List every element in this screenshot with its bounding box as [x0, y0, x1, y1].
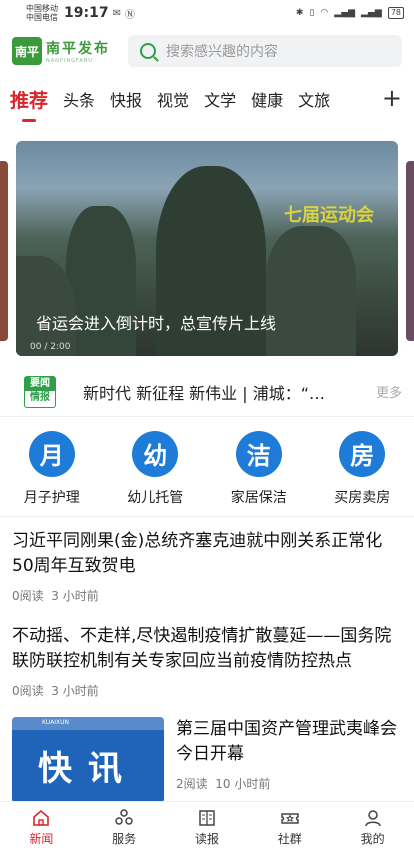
- status-icons-right: ✱ ▯ ◠ ▂▄▆ ▂▄▆ 78: [296, 7, 404, 19]
- home-icon: [33, 809, 50, 826]
- tab-headlines[interactable]: 头条: [63, 87, 95, 111]
- article-title[interactable]: 习近平同刚果(金)总统齐塞克迪就中刚关系正常化50周年互致贺电: [12, 529, 402, 579]
- app-notify-icon: Ⓝ: [124, 9, 135, 21]
- service-grid: 月 月子护理 幼 幼儿托管 洁 家居保洁 房 买房卖房: [0, 417, 414, 517]
- carrier-1: 中国移动: [26, 4, 58, 13]
- nav-label: 读报: [194, 832, 219, 846]
- publish-time: 3 小时前: [51, 589, 99, 603]
- read-count: 0阅读: [12, 589, 44, 603]
- service-label: 月子护理: [23, 489, 80, 506]
- service-label: 买房卖房: [334, 489, 391, 506]
- tab-health[interactable]: 健康: [251, 87, 283, 111]
- service-maternity[interactable]: 月 月子护理: [7, 430, 97, 507]
- article-title[interactable]: 第三届中国资产管理武夷峰会今日开幕: [176, 717, 402, 767]
- service-childcare[interactable]: 幼 幼儿托管: [110, 430, 200, 507]
- article-meta: 2阅读 10 小时前: [176, 775, 402, 792]
- profile-icon: [364, 810, 381, 827]
- more-link[interactable]: 更多: [376, 382, 402, 401]
- tab-culture-travel[interactable]: 文旅: [298, 87, 330, 111]
- thumb-text: 快讯: [38, 749, 138, 789]
- nav-community[interactable]: 社群: [260, 802, 320, 851]
- service-label: 家居保洁: [230, 489, 287, 506]
- nav-profile[interactable]: 我的: [343, 802, 403, 851]
- signal-2-icon: ▂▄▆: [361, 8, 382, 18]
- publish-time: 10 小时前: [215, 777, 271, 791]
- nav-label: 社群: [277, 832, 302, 846]
- ticker-text[interactable]: 新时代 新征程 新伟业 | 浦城：“…: [83, 380, 364, 404]
- news-feed: 习近平同刚果(金)总统齐塞克迪就中刚关系正常化50周年互致贺电 0阅读 3 小时…: [0, 517, 414, 803]
- search-bar[interactable]: 搜索感兴趣的内容: [128, 35, 402, 67]
- mountain-shape: [266, 226, 356, 356]
- tab-recommend[interactable]: 推荐: [10, 86, 48, 122]
- service-label: 幼儿托管: [127, 489, 184, 506]
- nav-label: 服务: [112, 832, 137, 846]
- nav-read-paper[interactable]: 读报: [177, 802, 237, 851]
- vibrate-icon: ▯: [309, 8, 315, 18]
- video-time: 00 / 2:00: [30, 342, 71, 352]
- wifi-icon: ◠: [320, 8, 329, 18]
- list-item[interactable]: 不动摇、不走样,尽快遏制疫情扩散蔓延——国务院联防联控机制有关专家回应当前疫情防…: [12, 612, 402, 707]
- list-item[interactable]: KUAIXUN 快讯 第三届中国资产管理武夷峰会今日开幕 2阅读 10 小时前: [12, 707, 402, 803]
- article-meta: 0阅读 3 小时前: [12, 587, 402, 604]
- nav-label: 新闻: [29, 832, 54, 846]
- publish-time: 3 小时前: [51, 684, 99, 698]
- service-realestate[interactable]: 房 买房卖房: [317, 430, 407, 507]
- category-tabs: 推荐 头条 快报 视觉 文学 健康 文旅 +: [0, 76, 414, 122]
- banner-caption: 省运会进入倒计时，总宣传片上线: [36, 314, 277, 333]
- search-icon: [140, 43, 156, 59]
- cleaning-icon: 洁: [235, 430, 282, 477]
- status-icons-left: ✉ Ⓝ: [113, 6, 135, 21]
- logo-title: 南平发布: [46, 41, 110, 57]
- newspaper-icon: [199, 810, 215, 826]
- banner-video[interactable]: 七届运动会 省运会进入倒计时，总宣传片上线 00 / 2:00: [16, 141, 398, 356]
- status-bar: 中国移动 中国电信 19:17 ✉ Ⓝ ✱ ▯ ◠ ▂▄▆ ▂▄▆ 78: [0, 0, 414, 26]
- service-cleaning[interactable]: 洁 家居保洁: [214, 430, 304, 507]
- plus-icon[interactable]: +: [382, 84, 402, 112]
- badge-top: 要闻: [25, 376, 55, 391]
- tab-express[interactable]: 快报: [110, 87, 142, 111]
- search-placeholder: 搜索感兴趣的内容: [166, 44, 278, 60]
- banner-next-peek[interactable]: [406, 161, 414, 341]
- banner-prev-peek[interactable]: [0, 161, 8, 341]
- carrier-info: 中国移动 中国电信: [26, 4, 58, 22]
- tab-visual[interactable]: 视觉: [157, 87, 189, 111]
- bottom-navigation: 新闻 服务 读报 社群 我的: [0, 801, 414, 851]
- notification-icon: ✉: [112, 7, 121, 19]
- ticket-icon: [281, 813, 299, 824]
- tab-literature[interactable]: 文学: [204, 87, 236, 111]
- logo-subtitle: NANPINGFABU: [46, 58, 93, 64]
- article-title[interactable]: 不动摇、不走样,尽快遏制疫情扩散蔓延——国务院联防联控机制有关专家回应当前疫情防…: [12, 624, 402, 674]
- read-count: 2阅读: [176, 777, 208, 791]
- thumb-tag: KUAIXUN: [42, 719, 70, 726]
- app-logo[interactable]: 南平 南平发布 NANPINGFABU: [12, 37, 124, 65]
- maternity-icon: 月: [28, 430, 75, 477]
- article-thumbnail[interactable]: KUAIXUN 快讯: [12, 717, 164, 803]
- list-item[interactable]: 习近平同刚果(金)总统齐塞克迪就中刚关系正常化50周年互致贺电 0阅读 3 小时…: [12, 517, 402, 612]
- house-icon: 房: [339, 430, 386, 477]
- article-meta: 0阅读 3 小时前: [12, 682, 402, 699]
- read-count: 0阅读: [12, 684, 44, 698]
- headline-ticker[interactable]: 要闻 情报 新时代 新征程 新伟业 | 浦城：“… 更多: [0, 367, 414, 417]
- carrier-2: 中国电信: [26, 13, 58, 22]
- nav-services[interactable]: 服务: [94, 802, 154, 851]
- logo-text: 南平发布 NANPINGFABU: [46, 38, 110, 64]
- article-body: 第三届中国资产管理武夷峰会今日开幕 2阅读 10 小时前: [176, 717, 402, 803]
- bluetooth-icon: ✱: [295, 8, 304, 18]
- badge-bottom: 情报: [30, 391, 50, 403]
- childcare-icon: 幼: [132, 430, 179, 477]
- battery-indicator: 78: [387, 7, 404, 19]
- clock: 19:17: [64, 5, 109, 21]
- banner-overlay-text: 七届运动会: [284, 205, 374, 226]
- thumb-header-strip: [12, 717, 164, 730]
- services-icon: [115, 809, 133, 825]
- nav-news[interactable]: 新闻: [11, 802, 71, 851]
- news-badge-icon: 要闻 情报: [24, 375, 56, 408]
- app-screen: 中国移动 中国电信 19:17 ✉ Ⓝ ✱ ▯ ◠ ▂▄▆ ▂▄▆ 78 南平 …: [0, 0, 414, 851]
- nav-label: 我的: [360, 832, 385, 846]
- logo-mark-icon: 南平: [12, 37, 42, 65]
- signal-icon: ▂▄▆: [334, 8, 356, 18]
- app-header: 南平 南平发布 NANPINGFABU 搜索感兴趣的内容: [0, 26, 414, 76]
- banner-carousel[interactable]: 七届运动会 省运会进入倒计时，总宣传片上线 00 / 2:00: [0, 141, 414, 366]
